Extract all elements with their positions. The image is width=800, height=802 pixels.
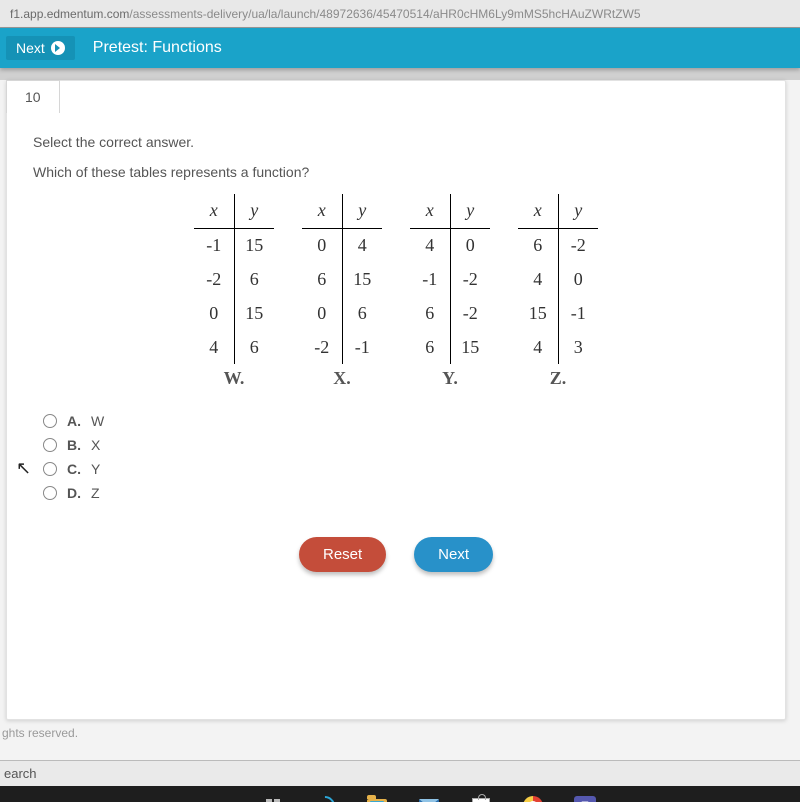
table-cell: -2 [194, 262, 234, 296]
table-cell: 0 [558, 262, 598, 296]
table-w: xy -115 -26 015 46 W. [194, 194, 274, 389]
question-sheet: 10 Select the correct answer. Which of t… [6, 80, 786, 720]
table-cell: 0 [302, 228, 342, 262]
question-number-tab: 10 [6, 80, 60, 113]
url-host: f1.app.edmentum.com [10, 7, 129, 21]
table-cell: 6 [342, 296, 382, 330]
app-header: Next Pretest: Functions [0, 28, 800, 68]
radio-icon [43, 462, 57, 476]
table-header: x [302, 194, 342, 228]
table-cell: 15 [234, 228, 274, 262]
table-cell: -1 [342, 330, 382, 364]
next-button[interactable]: Next [414, 537, 493, 572]
table-y: xy 40 -1-2 6-2 615 Y. [410, 194, 490, 389]
browser-url-bar[interactable]: f1.app.edmentum.com/assessments-delivery… [0, 0, 800, 28]
table-cell: 15 [342, 262, 382, 296]
teams-icon[interactable]: T [572, 793, 598, 802]
main-canvas: ↖ 10 Select the correct answer. Which of… [0, 80, 800, 760]
table-cell: -1 [410, 262, 450, 296]
table-cell: 6 [302, 262, 342, 296]
windows-search-input[interactable]: earch [0, 760, 800, 786]
table-cell: -1 [194, 228, 234, 262]
header-next-button[interactable]: Next [6, 36, 75, 60]
table-cell: -1 [558, 296, 598, 330]
mail-icon[interactable] [416, 793, 442, 802]
table-cell: 15 [518, 296, 558, 330]
choice-c[interactable]: C.Y [43, 461, 759, 477]
table-cell: 0 [450, 228, 490, 262]
question-body: Select the correct answer. Which of thes… [7, 114, 785, 592]
task-view-icon[interactable] [260, 793, 286, 802]
table-header: y [558, 194, 598, 228]
table-cell: 4 [194, 330, 234, 364]
tables-row: xy -115 -26 015 46 W. xy 04 615 06 [33, 194, 759, 389]
file-explorer-icon[interactable] [364, 793, 390, 802]
choice-label: C.Y [67, 461, 100, 477]
choice-b[interactable]: B.X [43, 437, 759, 453]
table-header: x [194, 194, 234, 228]
table-cell: 0 [194, 296, 234, 330]
table-cell: 4 [518, 330, 558, 364]
table-cell: 0 [302, 296, 342, 330]
table-cell: 4 [410, 228, 450, 262]
action-buttons: Reset Next [33, 537, 759, 572]
reset-button[interactable]: Reset [299, 537, 386, 572]
table-header: y [342, 194, 382, 228]
table-x: xy 04 615 06 -2-1 X. [302, 194, 382, 389]
table-caption: Z. [518, 368, 598, 389]
table-cell: 4 [518, 262, 558, 296]
table-cell: 6 [410, 330, 450, 364]
choice-label: D.Z [67, 485, 100, 501]
table-z: xy 6-2 40 15-1 43 Z. [518, 194, 598, 389]
table-cell: 4 [342, 228, 382, 262]
chrome-icon[interactable] [520, 793, 546, 802]
radio-icon [43, 414, 57, 428]
table-header: y [234, 194, 274, 228]
search-text: earch [4, 766, 37, 781]
table-cell: 15 [234, 296, 274, 330]
table-caption: X. [302, 368, 382, 389]
table-header: x [410, 194, 450, 228]
windows-taskbar: T [0, 786, 800, 802]
table-cell: 6 [234, 330, 274, 364]
table-cell: -2 [450, 262, 490, 296]
instruction-text: Select the correct answer. [33, 134, 759, 150]
table-caption: Y. [410, 368, 490, 389]
store-icon[interactable] [468, 793, 494, 802]
table-header: y [450, 194, 490, 228]
url-path: /assessments-delivery/ua/la/launch/48972… [129, 7, 640, 21]
table-cell: 6 [410, 296, 450, 330]
header-next-label: Next [16, 40, 45, 56]
arrow-right-icon [51, 41, 65, 55]
radio-icon [43, 438, 57, 452]
rights-text: ghts reserved. [2, 726, 800, 740]
choice-label: A.W [67, 413, 104, 429]
choice-a[interactable]: A.W [43, 413, 759, 429]
page-title: Pretest: Functions [93, 39, 222, 57]
table-cell: 6 [518, 228, 558, 262]
table-cell: 6 [234, 262, 274, 296]
answer-choices: A.W B.X C.Y D.Z [43, 413, 759, 501]
table-cell: 15 [450, 330, 490, 364]
table-cell: 3 [558, 330, 598, 364]
table-cell: -2 [450, 296, 490, 330]
choice-d[interactable]: D.Z [43, 485, 759, 501]
prompt-text: Which of these tables represents a funct… [33, 164, 759, 180]
table-cell: -2 [302, 330, 342, 364]
radio-icon [43, 486, 57, 500]
table-header: x [518, 194, 558, 228]
table-cell: -2 [558, 228, 598, 262]
choice-label: B.X [67, 437, 100, 453]
table-caption: W. [194, 368, 274, 389]
edge-icon[interactable] [312, 793, 338, 802]
